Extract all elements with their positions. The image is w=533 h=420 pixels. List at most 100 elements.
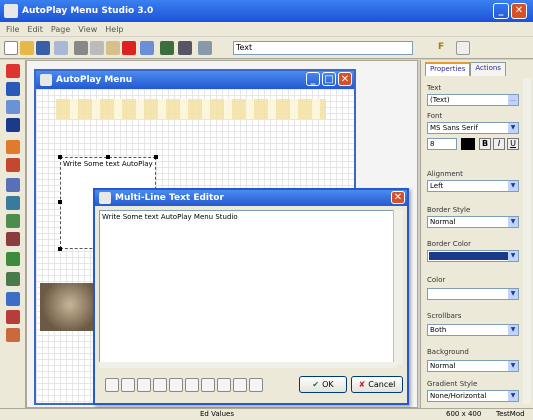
extra-tool-icon[interactable] [456, 41, 470, 55]
flash-tool-icon[interactable] [6, 196, 20, 210]
resize-handle[interactable] [106, 155, 110, 159]
ellipsis-icon[interactable]: … [508, 95, 518, 105]
slideshow-tool-icon[interactable] [6, 310, 20, 324]
print-icon[interactable] [54, 41, 68, 55]
border-color-select[interactable]: ▼ [427, 250, 519, 262]
list-tool-icon[interactable] [6, 232, 20, 246]
insert-icon[interactable] [137, 378, 151, 392]
font-size-select[interactable]: 8 [427, 138, 457, 150]
save-icon[interactable] [36, 41, 50, 55]
menu-page[interactable]: Page [51, 25, 70, 34]
text-tool-icon[interactable] [6, 82, 20, 96]
resize-handle[interactable] [58, 155, 62, 159]
delete-icon[interactable] [122, 41, 136, 55]
menu-bar: File Edit Page View Help [0, 22, 533, 36]
open-icon[interactable] [20, 41, 34, 55]
cancel-button[interactable]: ✘ Cancel [351, 376, 403, 393]
page-close-button[interactable]: ✕ [338, 72, 352, 86]
undo-icon[interactable] [140, 41, 154, 55]
undo-icon[interactable] [201, 378, 215, 392]
menu-edit[interactable]: Edit [27, 25, 43, 34]
vertical-scrollbar[interactable] [393, 210, 403, 365]
copy-icon[interactable] [169, 378, 183, 392]
resize-handle[interactable] [154, 155, 158, 159]
underline-icon[interactable]: U [507, 138, 519, 150]
resize-handle[interactable] [58, 200, 62, 204]
cut-icon[interactable] [74, 41, 88, 55]
close-button[interactable]: ✕ [511, 3, 527, 19]
banner-image[interactable] [56, 99, 326, 119]
paste-icon[interactable] [106, 41, 120, 55]
font-select[interactable]: MS Sans Serif ▼ [427, 122, 519, 134]
chevron-down-icon[interactable]: ▼ [508, 361, 518, 371]
grid-tool-icon[interactable] [6, 292, 20, 306]
tree-tool-icon[interactable] [6, 272, 20, 286]
image-tool-icon[interactable] [6, 158, 20, 172]
tab-actions[interactable]: Actions [470, 62, 506, 76]
page-maximize-button[interactable]: □ [322, 72, 336, 86]
chevron-down-icon[interactable]: ▼ [508, 123, 518, 133]
border-color-label: Border Color [427, 240, 471, 248]
status-mode: TestMod [496, 410, 525, 418]
minimize-button[interactable]: _ [493, 3, 509, 19]
build-icon[interactable] [178, 41, 192, 55]
horizontal-scrollbar[interactable] [99, 362, 397, 368]
label-tool-icon[interactable] [6, 100, 20, 114]
font-combobox[interactable]: Text [233, 41, 413, 55]
button-tool-icon[interactable] [6, 140, 20, 154]
resize-handle[interactable] [58, 247, 62, 251]
save-file-icon[interactable] [121, 378, 135, 392]
status-size: 600 x 400 [446, 410, 482, 418]
paragraph-object-text: Write Some text AutoPlay [63, 160, 153, 168]
gradient-style-select[interactable]: None/Horizontal ▼ [427, 390, 519, 402]
paragraph-tool-icon[interactable] [6, 118, 20, 132]
page-minimize-button[interactable]: _ [306, 72, 320, 86]
chevron-down-icon[interactable]: ▼ [508, 181, 518, 191]
bold-icon[interactable]: B [479, 138, 491, 150]
page-window-title: AutoPlay Menu [56, 75, 133, 85]
paste-icon[interactable] [185, 378, 199, 392]
border-style-value: Normal [430, 218, 456, 226]
alignment-select[interactable]: Left ▼ [427, 180, 519, 192]
copy-icon[interactable] [90, 41, 104, 55]
menu-help[interactable]: Help [105, 25, 123, 34]
web-tool-icon[interactable] [6, 214, 20, 228]
font-color-swatch[interactable] [461, 138, 475, 150]
check-icon: ✔ [312, 380, 320, 389]
settings-icon[interactable] [198, 41, 212, 55]
dialog-close-button[interactable]: ✕ [391, 191, 405, 204]
text-field[interactable]: (Text) … [427, 94, 519, 106]
photo-image[interactable] [40, 283, 100, 331]
input-tool-icon[interactable] [6, 252, 20, 266]
color-select[interactable]: ▼ [427, 288, 519, 300]
new-icon[interactable] [4, 41, 18, 55]
panel-scrollbar[interactable] [523, 78, 531, 404]
progress-tool-icon[interactable] [6, 328, 20, 342]
tab-properties[interactable]: Properties [425, 62, 471, 76]
redo-icon[interactable] [217, 378, 231, 392]
background-select[interactable]: Normal ▼ [427, 360, 519, 372]
cut-icon[interactable] [153, 378, 167, 392]
video-tool-icon[interactable] [6, 178, 20, 192]
ok-button[interactable]: ✔ OK [299, 376, 347, 393]
chevron-down-icon[interactable]: ▼ [508, 391, 518, 401]
chevron-down-icon[interactable]: ▼ [508, 251, 518, 261]
open-file-icon[interactable] [105, 378, 119, 392]
chevron-down-icon[interactable]: ▼ [508, 325, 518, 335]
scrollbars-select[interactable]: Both ▼ [427, 324, 519, 336]
italic-icon[interactable]: I [493, 138, 505, 150]
menu-file[interactable]: File [6, 25, 19, 34]
x-icon: ✘ [358, 380, 366, 389]
pointer-icon[interactable] [6, 64, 20, 78]
chevron-down-icon[interactable]: ▼ [508, 289, 518, 299]
border-style-select[interactable]: Normal ▼ [427, 216, 519, 228]
text-editor-area[interactable] [99, 210, 401, 365]
find-icon[interactable] [233, 378, 247, 392]
menu-view[interactable]: View [78, 25, 97, 34]
alignment-label: Alignment [427, 170, 463, 178]
replace-icon[interactable] [249, 378, 263, 392]
preview-icon[interactable] [160, 41, 174, 55]
font-size-value: 8 [430, 140, 435, 148]
chevron-down-icon[interactable]: ▼ [508, 217, 518, 227]
multi-line-text-editor-dialog: Multi-Line Text Editor ✕ ✔ OK ✘ Cancel [93, 188, 409, 405]
